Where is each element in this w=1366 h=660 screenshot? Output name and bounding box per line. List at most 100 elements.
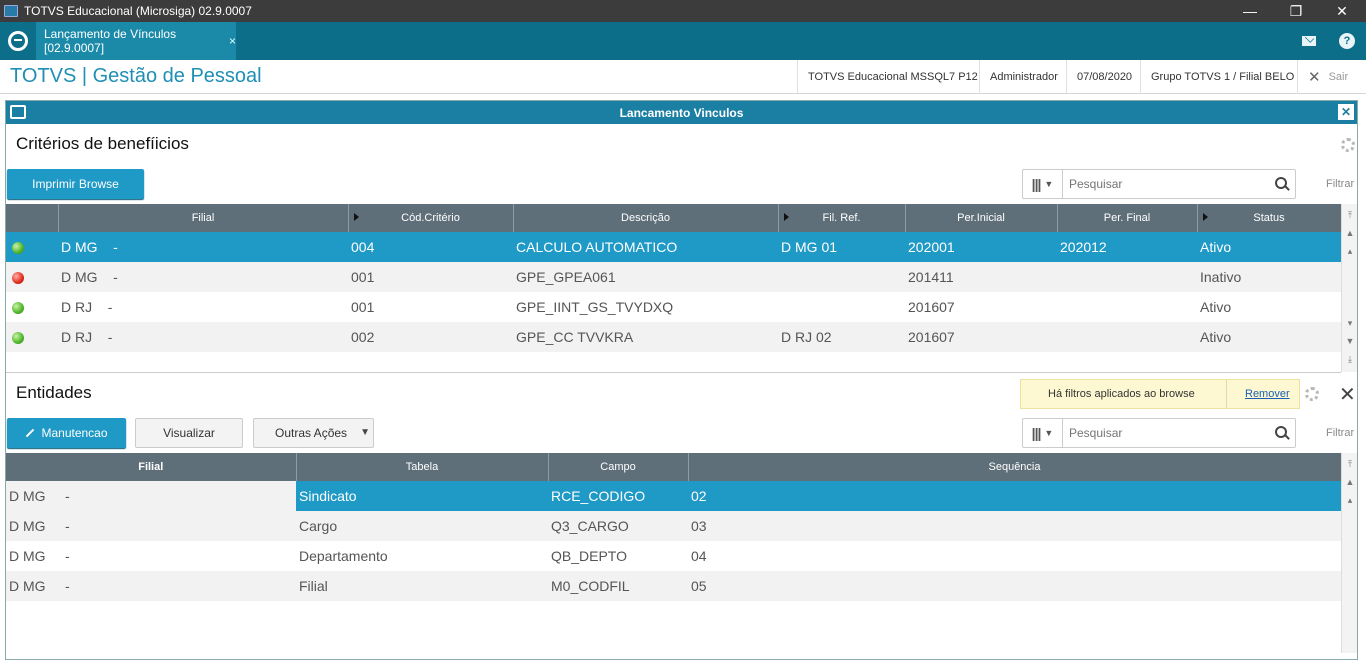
table-row[interactable]: D MG - Departamento QB_DEPTO 04 <box>6 541 1341 571</box>
search-icon[interactable] <box>1269 170 1295 198</box>
filter-notice: Há filtros aplicados ao browse Remover <box>1020 379 1300 409</box>
criterios-filter-link[interactable]: Filtrar <box>1326 178 1354 190</box>
table-row[interactable]: D MG - Cargo Q3_CARGO 03 <box>6 511 1341 541</box>
logout-label: Sair <box>1328 71 1349 83</box>
tab-label: Lançamento de Vínculos [02.9.0007] <box>44 27 177 55</box>
manutencao-label: Manutencao <box>41 426 108 440</box>
table-row[interactable]: D MG - 001 GPE_GPEA061 201411 Inativo <box>6 262 1341 292</box>
column-header-tabela[interactable]: Tabela <box>296 453 549 481</box>
column-header-filial[interactable]: Filial <box>6 453 297 481</box>
criterios-search-input[interactable] <box>1063 171 1269 197</box>
scroll-up-icon[interactable]: ▴ <box>1342 244 1358 258</box>
entidades-scrollbar[interactable]: ⤒ ▲ ▴ <box>1341 453 1357 653</box>
table-row[interactable]: D MG - Filial M0_CODFIL 05 <box>6 571 1341 601</box>
logout-icon: ✕ <box>1308 69 1321 86</box>
app-icon <box>4 5 18 17</box>
scroll-page-down-icon[interactable]: ▼ <box>1342 334 1358 348</box>
table-row[interactable]: D MG - Sindicato RCE_CODIGO 02 <box>6 481 1341 511</box>
entidades-filter-link[interactable]: Filtrar <box>1326 427 1354 439</box>
visualizar-label: Visualizar <box>163 426 215 440</box>
status-inactive-icon <box>12 272 24 285</box>
environment-info: TOTVS Educacional MSSQL7 P12 <box>797 60 988 94</box>
totvs-logo-icon[interactable] <box>8 31 28 51</box>
status-active-icon <box>12 302 24 315</box>
scroll-down-icon[interactable]: ▾ <box>1342 316 1358 330</box>
entidades-search-box: ||| ▼ <box>1022 418 1296 448</box>
column-header-sequencia[interactable]: Sequência <box>688 453 1342 481</box>
print-browse-label: Imprimir Browse <box>32 177 119 191</box>
scroll-top-icon[interactable]: ⤒ <box>1342 208 1358 222</box>
dialog-window-icon <box>10 105 26 119</box>
outras-acoes-label: Outras Ações <box>275 426 348 440</box>
column-header-descricao[interactable]: Descrição <box>513 204 779 232</box>
chevron-down-icon: ▼ <box>1044 428 1054 438</box>
lancamento-vinculos-dialog: Lancamento Vinculos ✕ Critérios de benef… <box>5 100 1358 660</box>
entidades-grid: Filial Tabela Campo Sequência D MG - Sin… <box>6 453 1342 601</box>
table-row[interactable]: D MG - 004 CALCULO AUTOMATICO D MG 01 20… <box>6 232 1341 262</box>
criterios-grid: Filial Cód.Critério Descrição Fil. Ref. … <box>6 204 1342 352</box>
remove-filter-link[interactable]: Remover <box>1226 380 1290 408</box>
module-tabbar: Lançamento de Vínculos [02.9.0007] × ? <box>0 22 1366 60</box>
table-row[interactable]: D RJ - 001 GPE_IINT_GS_TVYDXQ 201607 Ati… <box>6 292 1341 322</box>
minimize-button[interactable]: — <box>1227 0 1273 22</box>
restore-button[interactable]: ❐ <box>1273 0 1319 22</box>
column-header-per-final[interactable]: Per. Final <box>1057 204 1198 232</box>
column-header-legend[interactable] <box>6 204 59 232</box>
criterios-header-row: Filial Cód.Critério Descrição Fil. Ref. … <box>6 204 1342 232</box>
pencil-icon <box>26 428 35 438</box>
sort-arrow-icon <box>353 213 359 221</box>
column-header-fil-ref[interactable]: Fil. Ref. <box>778 204 906 232</box>
entidades-header-row: Filial Tabela Campo Sequência <box>6 453 1342 481</box>
criterios-settings-gear-icon[interactable] <box>1341 138 1355 152</box>
search-icon[interactable] <box>1269 419 1295 447</box>
manutencao-button[interactable]: Manutencao <box>7 418 126 448</box>
criterios-scrollbar[interactable]: ⤒ ▲ ▴ ▾ ▼ ⤓ <box>1341 204 1357 372</box>
window-title: TOTVS Educacional (Microsiga) 02.9.0007 <box>24 4 252 18</box>
column-header-campo[interactable]: Campo <box>548 453 689 481</box>
app-header: TOTVS | Gestão de Pessoal TOTVS Educacio… <box>0 60 1366 94</box>
outras-acoes-dropdown[interactable]: Outras Ações ▼ <box>253 418 374 448</box>
filter-notice-text: Há filtros aplicados ao browse <box>1048 388 1195 400</box>
mail-button[interactable] <box>1290 22 1328 60</box>
entidades-search-input[interactable] <box>1063 420 1269 446</box>
window-titlebar: TOTVS Educacional (Microsiga) 02.9.0007 … <box>0 0 1366 22</box>
scroll-bottom-icon[interactable]: ⤓ <box>1342 352 1358 366</box>
scroll-page-up-icon[interactable]: ▲ <box>1342 475 1358 489</box>
dialog-title: Lancamento Vinculos <box>619 105 744 120</box>
column-header-per-inicial[interactable]: Per.Inicial <box>905 204 1058 232</box>
table-row[interactable]: D RJ - 002 GPE_CC TVVKRA D RJ 02 201607 … <box>6 322 1341 352</box>
dialog-close-button[interactable]: ✕ <box>1338 104 1354 120</box>
criterios-search-box: ||| ▼ <box>1022 169 1296 199</box>
close-window-button[interactable]: ✕ <box>1319 0 1365 22</box>
tab-lancamento-vinculos[interactable]: Lançamento de Vínculos [02.9.0007] × <box>36 22 236 60</box>
help-icon: ? <box>1339 33 1355 49</box>
chevron-down-icon: ▼ <box>1044 179 1054 189</box>
scroll-top-icon[interactable]: ⤒ <box>1342 457 1358 471</box>
entidades-section-title: Entidades <box>16 383 92 402</box>
scroll-page-up-icon[interactable]: ▲ <box>1342 226 1358 240</box>
column-header-filial[interactable]: Filial <box>58 204 349 232</box>
columns-icon: ||| <box>1031 425 1042 441</box>
column-header-cod-criterio[interactable]: Cód.Critério <box>348 204 514 232</box>
columns-icon: ||| <box>1031 176 1042 192</box>
mail-icon <box>1302 36 1316 46</box>
print-browse-button[interactable]: Imprimir Browse <box>7 169 144 199</box>
dialog-titlebar: Lancamento Vinculos ✕ <box>6 101 1357 124</box>
chevron-down-icon: ▼ <box>360 427 370 438</box>
help-button[interactable]: ? <box>1328 22 1366 60</box>
sort-arrow-icon <box>783 213 789 221</box>
section-divider <box>6 372 1341 373</box>
column-header-status[interactable]: Status <box>1197 204 1342 232</box>
scroll-up-icon[interactable]: ▴ <box>1342 493 1358 507</box>
entidades-close-icon[interactable]: ✕ <box>1339 382 1356 407</box>
status-active-icon <box>12 242 24 255</box>
date-info: 07/08/2020 <box>1066 60 1142 94</box>
entidades-settings-gear-icon[interactable] <box>1305 387 1319 401</box>
entidades-columns-selector[interactable]: ||| ▼ <box>1023 419 1063 447</box>
sort-arrow-icon <box>1202 213 1208 221</box>
tab-close-icon[interactable]: × <box>229 34 236 48</box>
criterios-columns-selector[interactable]: ||| ▼ <box>1023 170 1063 198</box>
user-info: Administrador <box>979 60 1068 94</box>
logout-button[interactable]: ✕ Sair <box>1297 60 1358 94</box>
visualizar-button[interactable]: Visualizar <box>135 418 243 448</box>
